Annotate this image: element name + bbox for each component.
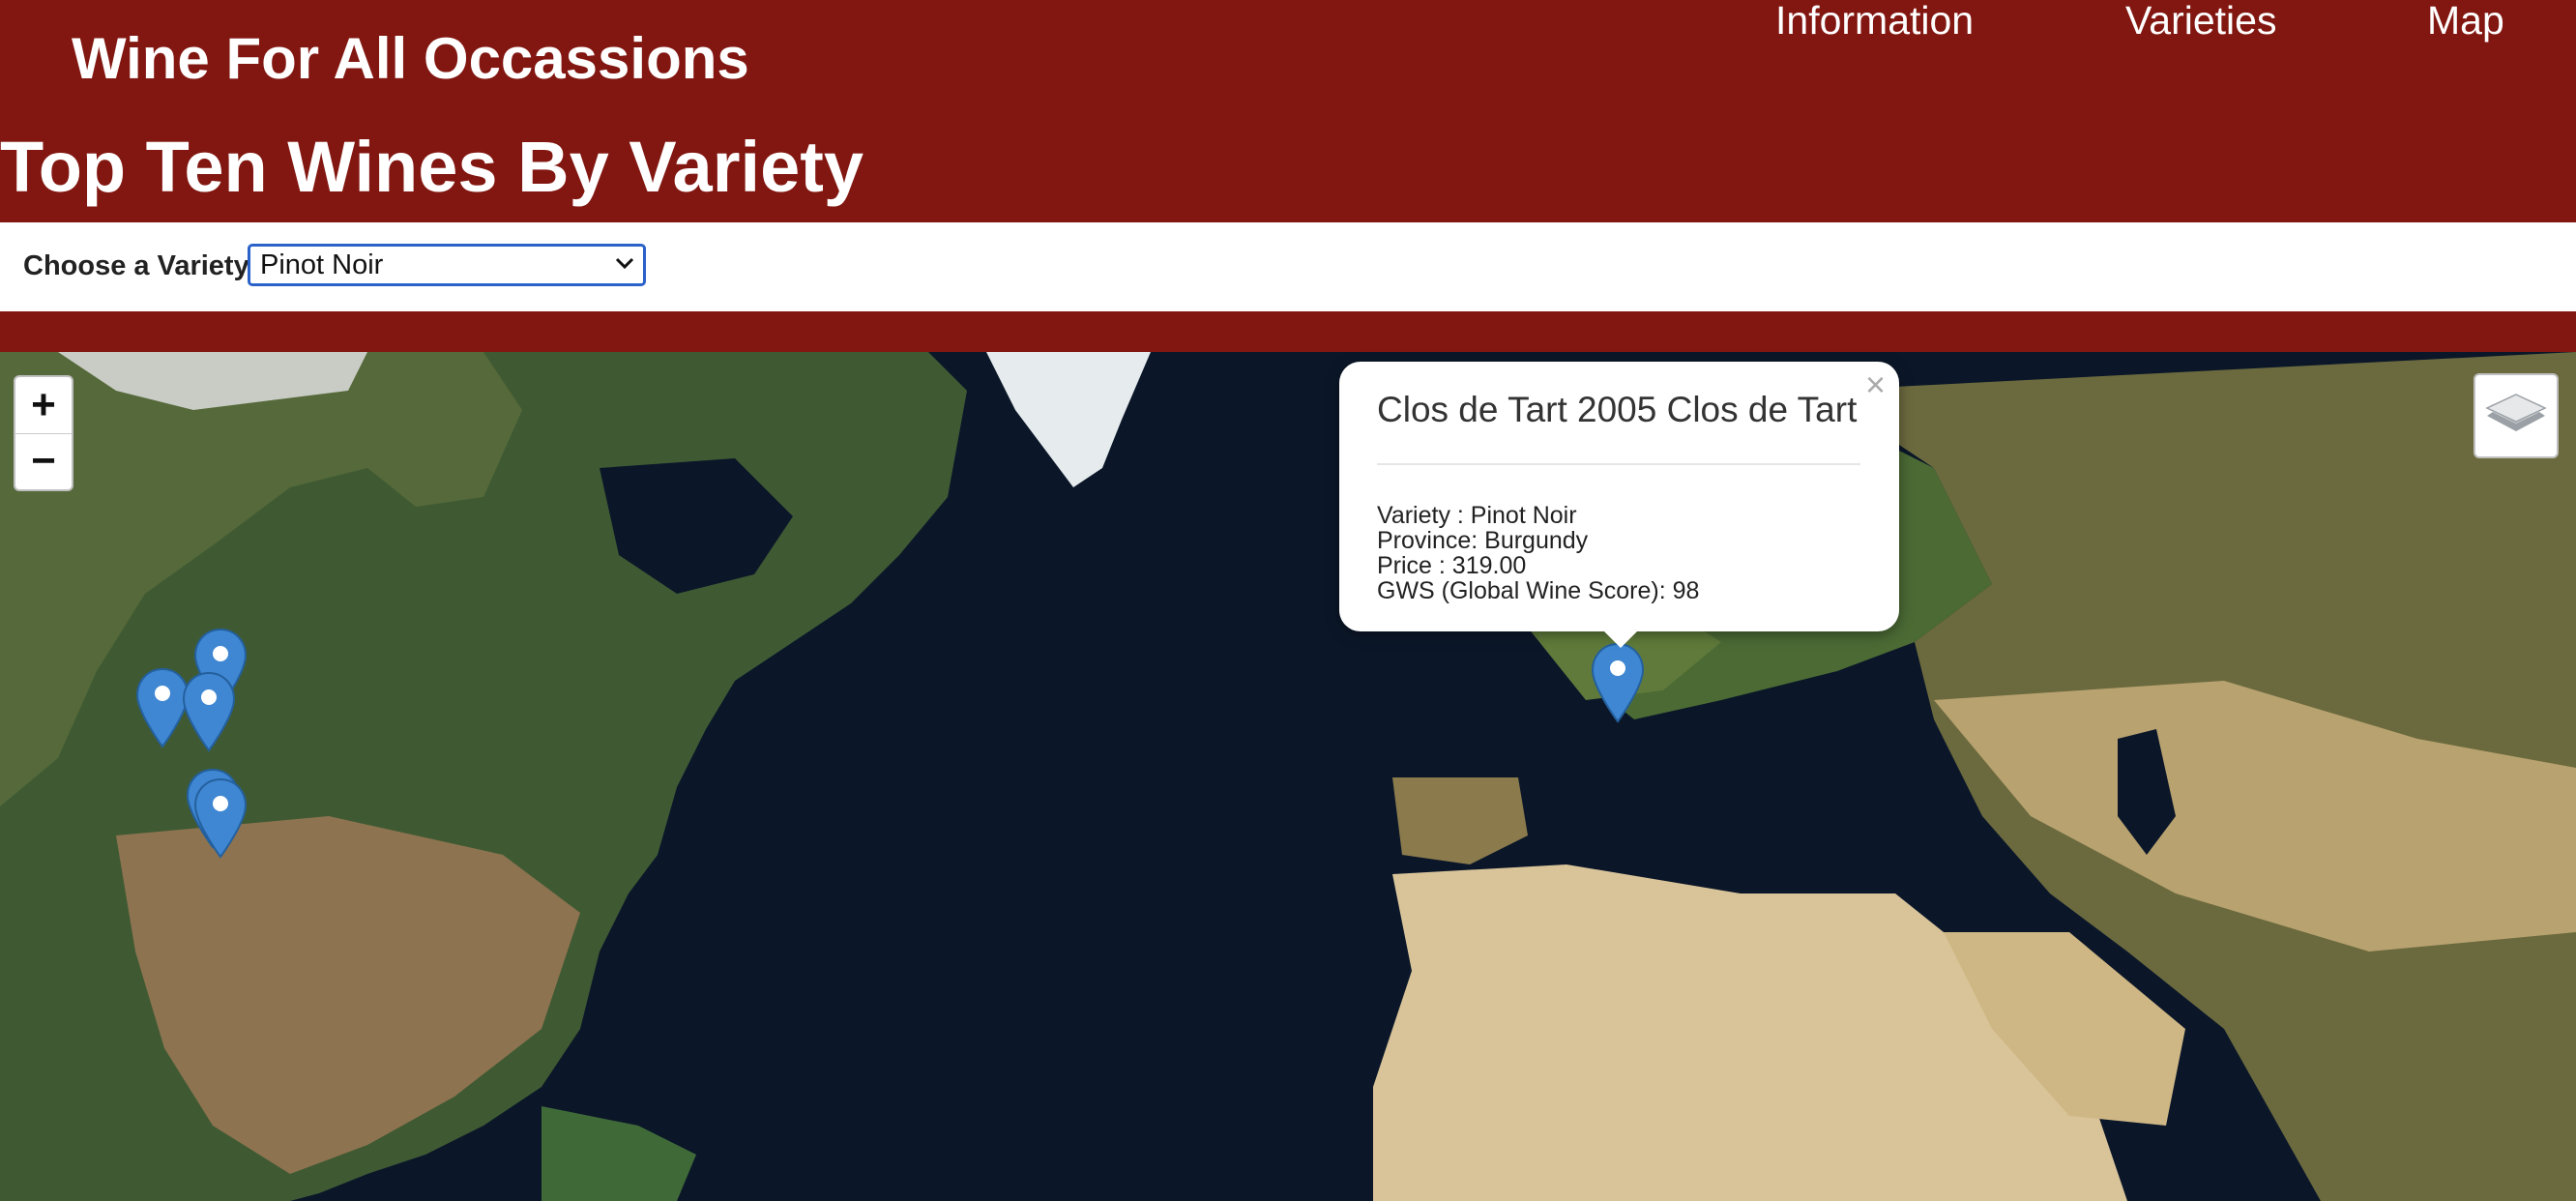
variety-select-label: Choose a Variety bbox=[23, 250, 249, 281]
variety-select[interactable]: Pinot Noir bbox=[248, 244, 646, 286]
nav-link-information[interactable]: Information bbox=[1775, 0, 1974, 44]
popup-divider bbox=[1377, 463, 1860, 465]
zoom-in-button[interactable]: + bbox=[15, 377, 72, 434]
variety-select-value: Pinot Noir bbox=[260, 249, 384, 280]
nav-link-varieties[interactable]: Varieties bbox=[2125, 0, 2276, 44]
layers-icon bbox=[2485, 394, 2547, 431]
popup-province: Province: Burgundy bbox=[1377, 527, 1589, 554]
satellite-basemap bbox=[0, 352, 2576, 1201]
chevron-down-icon bbox=[615, 257, 634, 270]
popup-variety: Variety : Pinot Noir bbox=[1377, 502, 1577, 529]
wine-popup: × Clos de Tart 2005 Clos de Tart Variety… bbox=[1339, 362, 1899, 631]
nav-link-map[interactable]: Map bbox=[2427, 0, 2504, 44]
site-brand[interactable]: Wine For All Occassions bbox=[72, 25, 749, 93]
popup-close-button[interactable]: × bbox=[1865, 366, 1886, 404]
popup-price: Price : 319.00 bbox=[1377, 552, 1527, 579]
world-map[interactable] bbox=[0, 352, 2576, 1201]
map-marker-california-2[interactable] bbox=[193, 777, 248, 859]
map-marker-burgundy[interactable] bbox=[1591, 642, 1645, 723]
zoom-control: + − bbox=[14, 375, 73, 491]
zoom-out-button[interactable]: − bbox=[15, 433, 72, 489]
site-header: Wine For All Occassions Information Vari… bbox=[0, 0, 2576, 222]
popup-tip bbox=[1601, 629, 1640, 648]
layers-button[interactable] bbox=[2474, 373, 2559, 458]
popup-title: Clos de Tart 2005 Clos de Tart bbox=[1377, 390, 1858, 429]
page-title: Top Ten Wines By Variety bbox=[0, 127, 864, 207]
map-marker-oregon-inland[interactable] bbox=[182, 671, 236, 752]
popup-score: GWS (Global Wine Score): 98 bbox=[1377, 577, 1700, 604]
